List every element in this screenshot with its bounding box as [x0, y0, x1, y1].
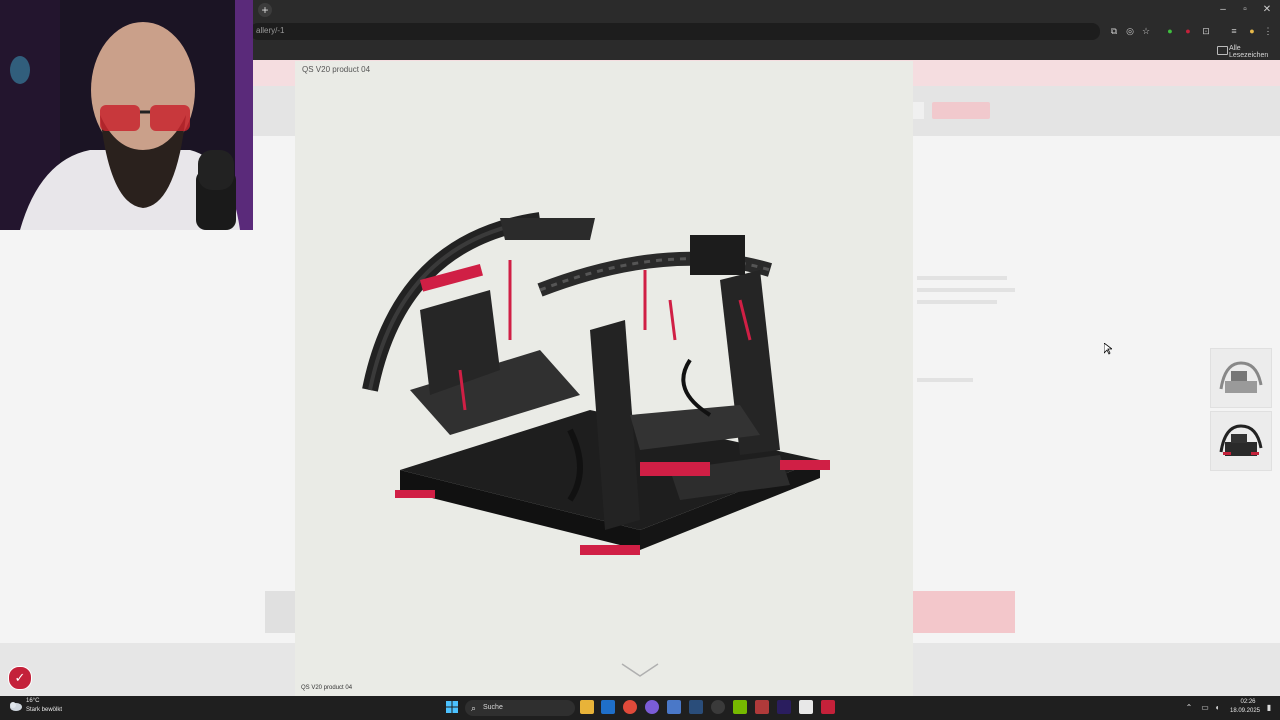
racing-app-icon[interactable] [821, 700, 835, 714]
gallery-thumbnail-active[interactable] [1210, 411, 1272, 471]
settings-icon[interactable] [711, 700, 725, 714]
taskbar-clock-date[interactable]: 18.09.2025 [1226, 708, 1264, 714]
address-bar[interactable] [250, 23, 1100, 40]
sim-cockpit-product-image [362, 212, 830, 555]
close-window-button[interactable]: ✕ [1260, 3, 1274, 17]
weather-description[interactable]: Stark bewölkt [26, 707, 62, 713]
bookmark-star-icon[interactable]: ☆ [1140, 25, 1152, 37]
chrome-icon[interactable] [623, 700, 637, 714]
search-icon: ⌕ [471, 703, 477, 713]
taskbar-clock-time[interactable]: 02:26 [1233, 699, 1263, 705]
weather-temperature[interactable]: 16°C [26, 698, 39, 704]
tracking-eye-icon[interactable]: ◎ [1124, 25, 1136, 37]
minimize-button[interactable]: – [1216, 3, 1230, 17]
browser-menu-icon[interactable]: ⋮ [1262, 25, 1274, 37]
translate-icon[interactable]: ⧉ [1108, 25, 1120, 37]
product-price-line [917, 378, 973, 382]
taskbar-search-label: Suche [483, 704, 503, 711]
add-to-cart-button[interactable] [913, 591, 1015, 633]
windows-start-icon[interactable] [446, 701, 458, 713]
windows-taskbar [0, 696, 1280, 720]
media-icon[interactable]: ≡ [1228, 25, 1240, 37]
url-text: allery/-1 [256, 26, 285, 35]
product-text-line [917, 300, 997, 304]
chevron-down-icon[interactable] [620, 660, 660, 680]
extensions-puzzle-icon[interactable]: ⊡ [1200, 25, 1212, 37]
mouse-cursor-icon [1104, 343, 1112, 355]
media-app-icon[interactable] [755, 700, 769, 714]
steam-icon[interactable] [689, 700, 703, 714]
premiere-icon[interactable] [777, 700, 791, 714]
profile-avatar-icon[interactable]: ● [1246, 25, 1258, 37]
lightbox-caption: QS V20 product 04 [301, 685, 353, 691]
new-tab-button[interactable]: + [258, 3, 272, 17]
app-icon[interactable] [667, 700, 681, 714]
product-text-line [917, 288, 1015, 292]
quantity-field[interactable] [265, 591, 295, 633]
lightbox-title: QS V20 product 04 [302, 65, 371, 74]
header-search-field[interactable] [912, 102, 924, 119]
folder-icon[interactable] [1217, 46, 1228, 55]
cloud-weather-icon[interactable] [8, 700, 22, 712]
cockpit-thumbnail-icon [1219, 424, 1263, 456]
cookie-settings-icon[interactable]: ✓ [8, 666, 32, 690]
nvidia-icon[interactable] [733, 700, 747, 714]
extension-icon[interactable]: ● [1182, 25, 1194, 37]
product-text-line [917, 276, 1007, 280]
cockpit-thumbnail-icon [1219, 361, 1263, 393]
file-explorer-icon[interactable] [580, 700, 594, 714]
gallery-thumbnail[interactable] [1210, 348, 1272, 408]
webcam-overlay [0, 0, 253, 230]
network-icon[interactable]: ▭ [1200, 703, 1210, 713]
volume-icon[interactable]: ◖ [1212, 703, 1222, 713]
notifications-icon[interactable]: ▮ [1264, 703, 1274, 713]
person-webcam-icon [0, 0, 253, 230]
messenger-icon[interactable] [645, 700, 659, 714]
maximize-button[interactable]: ▫ [1238, 3, 1252, 17]
all-bookmarks-link[interactable]: Alle Lesezeichen [1229, 45, 1280, 59]
tray-chevron-up-icon[interactable]: ⌃ [1184, 703, 1194, 713]
notepad-icon[interactable] [799, 700, 813, 714]
outlook-icon[interactable] [601, 700, 615, 714]
status-dot-icon[interactable]: ● [1164, 25, 1176, 37]
header-cta-button[interactable] [932, 102, 990, 119]
